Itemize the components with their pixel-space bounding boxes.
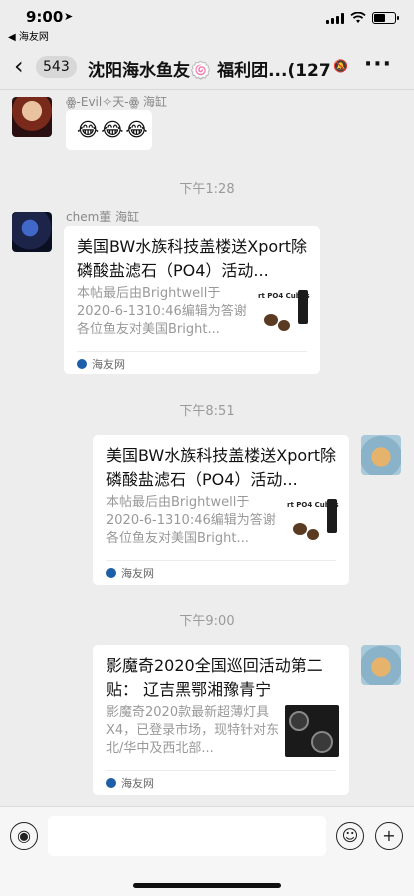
wifi-icon [350,12,366,23]
card-thumbnail: rt PO4 Cubes [285,495,339,547]
card-description: 影魔奇2020款最新超薄灯具X4，已登录市场，现特针对东北/华中及西北部... [106,705,280,756]
source-name: 海友网 [121,777,154,790]
emoji-message-bubble[interactable]: 😂😂😂 [66,110,152,150]
card-title: 美国BW水族科技盖楼送Xport除磷酸盐滤石（PO4）活动... [77,237,307,280]
more-options-button[interactable]: ··· [364,52,392,77]
chat-header: ‹ 543 沈阳海水鱼友🍥 福利团...(127) 🔕 ··· [0,44,414,90]
card-title: 美国BW水族科技盖楼送Xport除磷酸盐滤石（PO4）活动... [106,446,336,489]
chat-title: 沈阳海水鱼友🍥 福利团...(127) [88,61,332,81]
avatar-evil[interactable] [12,97,52,137]
card-source: 海友网 [77,356,125,372]
back-to-app-link[interactable]: ◀ 海友网 [8,28,49,43]
source-name: 海友网 [121,567,154,580]
source-name: 海友网 [92,358,125,371]
source-logo-icon [77,359,87,369]
sender-name: ꙮ-Evil✧天-ꙮ 海缸 [66,95,167,109]
status-indicators [326,12,399,24]
message-input[interactable] [48,816,326,856]
mute-bell-icon: 🔕 [333,59,348,73]
card-description: 本帖最后由Brightwell于2020-6-1310:46编辑为答谢各位鱼友对… [106,495,276,546]
plus-icon[interactable]: + [375,822,403,850]
unread-count-badge[interactable]: 543 [36,56,77,78]
status-time: 9:00 [26,8,64,26]
source-logo-icon [106,568,116,578]
link-card[interactable]: 美国BW水族科技盖楼送Xport除磷酸盐滤石（PO4）活动... 本帖最后由Br… [64,226,320,374]
card-source: 海友网 [106,565,154,581]
home-indicator [133,883,281,888]
card-thumbnail [285,705,339,757]
avatar-self[interactable] [361,645,401,685]
voice-icon[interactable]: ◉ [10,822,38,850]
timestamp: 下午1:28 [179,182,235,197]
avatar-self[interactable] [361,435,401,475]
battery-icon [372,12,399,24]
card-title: 影魔奇2020全国巡回活动第二贴： 辽吉黑鄂湘豫青宁 [106,656,323,699]
timestamp: 下午9:00 [179,614,235,629]
input-bar: ◉ ☺ + [0,806,414,896]
card-divider [77,351,307,352]
sender-name: chem董 海缸 [66,210,140,224]
source-logo-icon [106,778,116,788]
avatar-chem[interactable] [12,212,52,252]
location-arrow-icon: ➤ [64,10,74,23]
link-card[interactable]: 影魔奇2020全国巡回活动第二贴： 辽吉黑鄂湘豫青宁 影魔奇2020款最新超薄灯… [93,645,349,795]
timestamp: 下午8:51 [179,404,235,419]
card-divider [106,770,336,771]
card-thumbnail: rt PO4 Cubes [256,286,310,338]
card-description: 本帖最后由Brightwell于2020-6-1310:46编辑为答谢各位鱼友对… [77,286,247,337]
emoji-icon[interactable]: ☺ [336,822,364,850]
card-divider [106,560,336,561]
status-bar: 9:00 ➤ ◀ 海友网 [0,0,414,44]
link-card[interactable]: 美国BW水族科技盖楼送Xport除磷酸盐滤石（PO4）活动... 本帖最后由Br… [93,435,349,585]
back-arrow-icon[interactable]: ‹ [14,54,24,78]
cellular-signal-icon [326,12,344,24]
card-source: 海友网 [106,775,154,791]
